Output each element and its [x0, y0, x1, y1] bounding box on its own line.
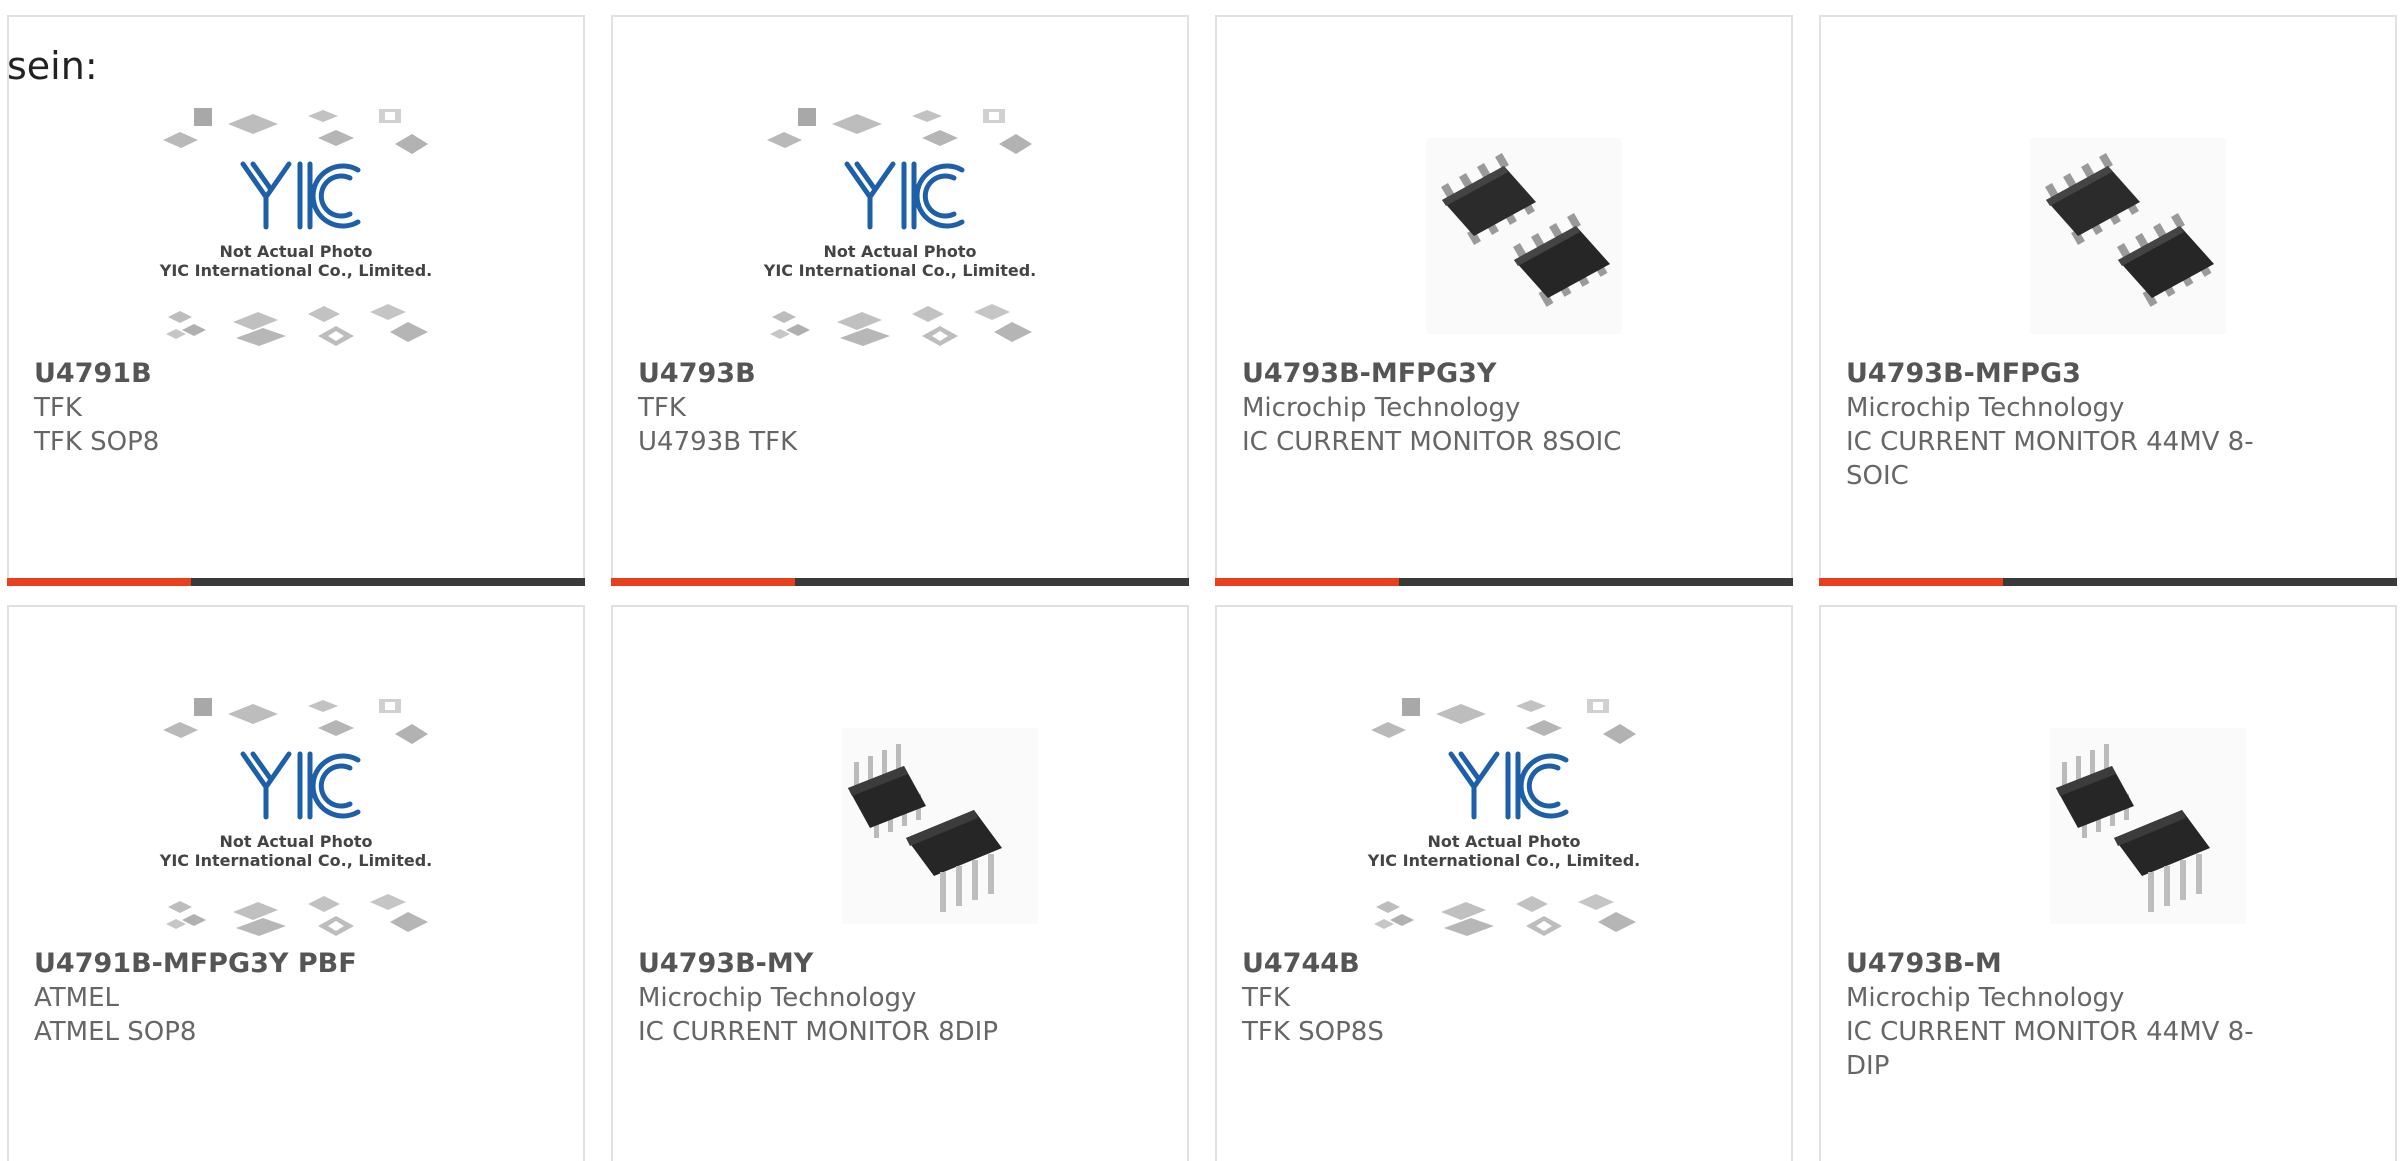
yic-placeholder-icon[interactable] [762, 102, 1038, 374]
manufacturer: Microchip Technology [638, 983, 917, 1013]
product-card[interactable]: U4744B TFK TFK SOP8S [1215, 605, 1793, 1161]
product-info: U4793B-MY Microchip Technology IC CURREN… [638, 947, 1078, 1049]
manufacturer: Microchip Technology [1242, 393, 1521, 423]
card-accent [1215, 578, 1399, 586]
card-accent [7, 578, 191, 586]
heading-fragment: sein: [7, 44, 98, 88]
yic-placeholder-icon[interactable] [1366, 692, 1642, 964]
dip8-chip-icon[interactable] [762, 692, 1038, 964]
part-number-link[interactable]: U4793B-MFPG3Y [1242, 357, 1682, 391]
description: IC CURRENT MONITOR 44MV 8-DIP [1846, 1017, 2254, 1081]
product-card[interactable]: U4793B TFK U4793B TFK [611, 15, 1189, 586]
manufacturer: ATMEL [34, 983, 119, 1013]
description: IC CURRENT MONITOR 8SOIC [1242, 427, 1622, 457]
card-bottom-bar [7, 578, 585, 586]
yic-placeholder-icon[interactable] [158, 102, 434, 374]
product-card[interactable]: U4791B TFK TFK SOP8 [7, 15, 585, 586]
product-card[interactable]: U4793B-M Microchip Technology IC CURRENT… [1819, 605, 2397, 1161]
card-bottom-bar [1215, 578, 1793, 586]
card-bottom-bar [1819, 578, 2397, 586]
product-info: U4793B-MFPG3 Microchip Technology IC CUR… [1846, 357, 2286, 493]
card-accent [611, 578, 795, 586]
product-card[interactable]: U4793B-MFPG3Y Microchip Technology IC CU… [1215, 15, 1793, 586]
part-number-link[interactable]: U4793B-MFPG3 [1846, 357, 2286, 391]
description: U4793B TFK [638, 427, 798, 457]
product-card[interactable]: U4793B-MY Microchip Technology IC CURREN… [611, 605, 1189, 1161]
part-number-link[interactable]: U4744B [1242, 947, 1682, 981]
product-info: U4793B-M Microchip Technology IC CURRENT… [1846, 947, 2286, 1083]
product-info: U4791B-MFPG3Y PBF ATMEL ATMEL SOP8 [34, 947, 474, 1049]
description: TFK SOP8 [34, 427, 160, 457]
product-card[interactable]: U4793B-MFPG3 Microchip Technology IC CUR… [1819, 15, 2397, 586]
product-card[interactable]: U4791B-MFPG3Y PBF ATMEL ATMEL SOP8 [7, 605, 585, 1161]
manufacturer: Microchip Technology [1846, 983, 2125, 1013]
part-number-link[interactable]: U4791B-MFPG3Y PBF [34, 947, 474, 981]
product-info: U4791B TFK TFK SOP8 [34, 357, 474, 459]
description: ATMEL SOP8 [34, 1017, 197, 1047]
description: IC CURRENT MONITOR 8DIP [638, 1017, 999, 1047]
part-number-link[interactable]: U4793B-M [1846, 947, 2286, 981]
card-bottom-bar [611, 578, 1189, 586]
manufacturer: TFK [1242, 983, 1290, 1013]
manufacturer: Microchip Technology [1846, 393, 2125, 423]
part-number-link[interactable]: U4791B [34, 357, 474, 391]
soic8-chip-icon[interactable] [1970, 102, 2246, 374]
product-info: U4744B TFK TFK SOP8S [1242, 947, 1682, 1049]
manufacturer: TFK [34, 393, 82, 423]
manufacturer: TFK [638, 393, 686, 423]
soic8-chip-icon[interactable] [1366, 102, 1642, 374]
part-number-link[interactable]: U4793B-MY [638, 947, 1078, 981]
description: TFK SOP8S [1242, 1017, 1384, 1047]
product-info: U4793B TFK U4793B TFK [638, 357, 1078, 459]
card-accent [1819, 578, 2003, 586]
description: IC CURRENT MONITOR 44MV 8-SOIC [1846, 427, 2254, 491]
yic-placeholder-icon[interactable] [158, 692, 434, 964]
dip8-chip-icon[interactable] [1970, 692, 2246, 964]
product-info: U4793B-MFPG3Y Microchip Technology IC CU… [1242, 357, 1682, 459]
part-number-link[interactable]: U4793B [638, 357, 1078, 391]
